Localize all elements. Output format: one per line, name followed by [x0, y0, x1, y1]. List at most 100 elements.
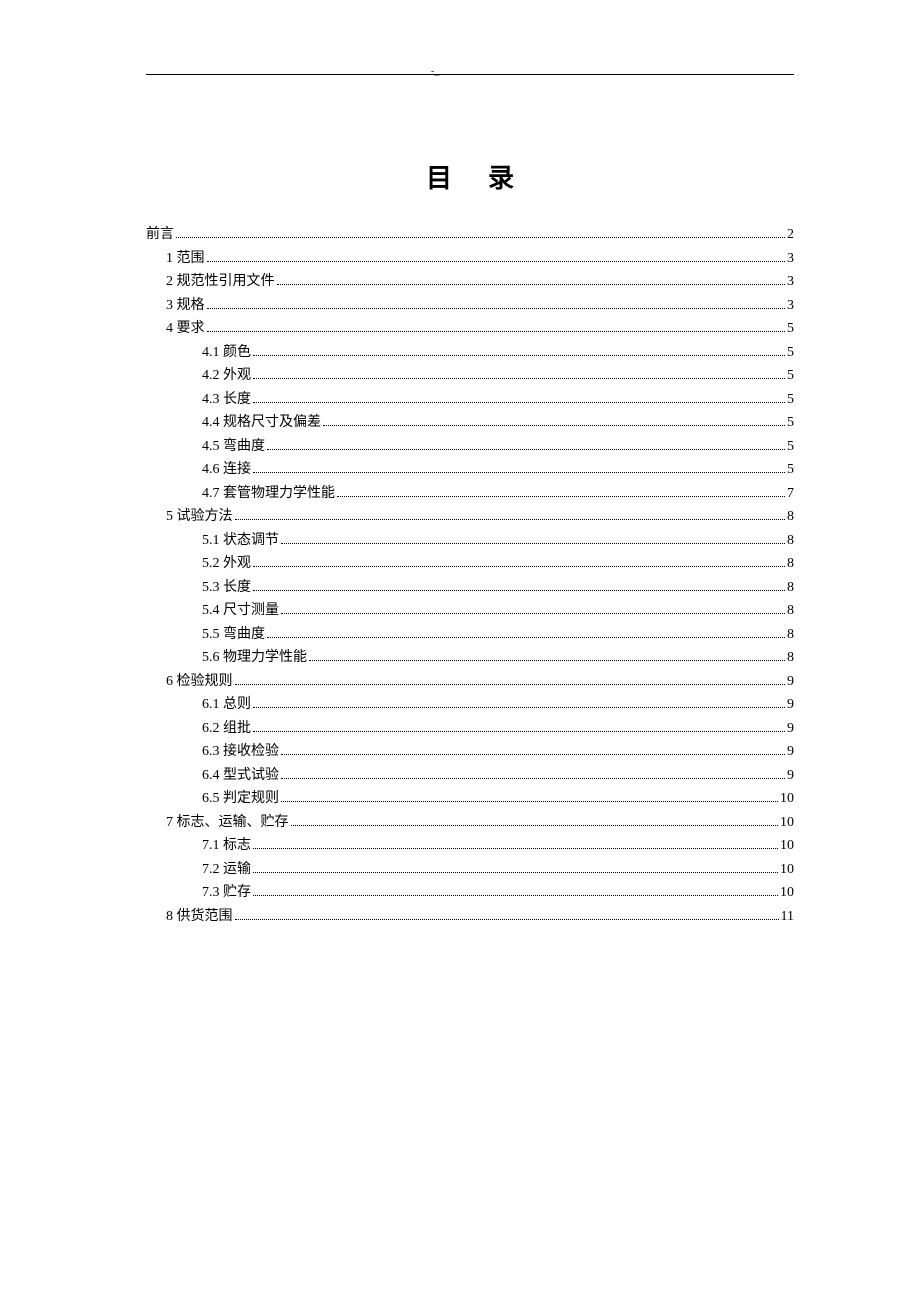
toc-entry-page: 8 — [787, 576, 794, 600]
toc-entry-page: 9 — [787, 670, 794, 694]
toc-entry-text: 规范性引用文件 — [177, 274, 275, 289]
toc-leader-dots — [176, 237, 785, 238]
toc-leader-dots — [281, 801, 778, 802]
toc-leader-dots — [253, 472, 785, 473]
toc-entry-text: 要求 — [177, 321, 205, 336]
toc-entry-label: 4.3 长度 — [202, 388, 251, 412]
toc-entry-number: 6.2 — [202, 721, 220, 736]
toc-entry-text: 物理力学性能 — [223, 650, 307, 665]
toc-entry: 5 试验方法8 — [146, 505, 794, 529]
toc-entry: 4.3 长度 5 — [146, 388, 794, 412]
toc-leader-dots — [253, 355, 785, 356]
toc-entry-text: 接收检验 — [223, 744, 279, 759]
toc-entry-page: 11 — [781, 905, 794, 929]
toc-leader-dots — [253, 590, 785, 591]
toc-entry: 7.3 贮存10 — [146, 881, 794, 905]
toc-leader-dots — [337, 496, 785, 497]
toc-entry: 7.1 标志10 — [146, 834, 794, 858]
toc-leader-dots — [281, 778, 785, 779]
table-of-contents: 前言21 范围32 规范性引用文件33 规格34 要求54.1 颜色54.2 外… — [146, 223, 794, 928]
toc-entry: 1 范围3 — [146, 247, 794, 271]
toc-entry-text: 弯曲度 — [223, 627, 265, 642]
toc-leader-dots — [281, 754, 785, 755]
toc-entry-label: 4.5 弯曲度 — [202, 435, 265, 459]
toc-entry: 4.5 弯曲度 5 — [146, 435, 794, 459]
toc-entry-page: 8 — [787, 599, 794, 623]
toc-entry-page: 5 — [787, 435, 794, 459]
toc-leader-dots — [235, 919, 779, 920]
toc-entry: 6.3 接收检验9 — [146, 740, 794, 764]
toc-entry-label: 6.5 判定规则 — [202, 787, 279, 811]
toc-leader-dots — [253, 872, 778, 873]
toc-entry-label: 6 检验规则 — [166, 670, 233, 694]
toc-entry-number: 7.3 — [202, 885, 220, 900]
toc-entry: 6.5 判定规则10 — [146, 787, 794, 811]
toc-leader-dots — [253, 707, 785, 708]
toc-entry-number: 5.1 — [202, 533, 220, 548]
toc-entry-label: 4.1 颜色 — [202, 341, 251, 365]
toc-entry-page: 3 — [787, 294, 794, 318]
toc-leader-dots — [281, 543, 785, 544]
toc-entry: 6.1 总则 9 — [146, 693, 794, 717]
toc-entry-page: 3 — [787, 247, 794, 271]
toc-entry-label: 3 规格 — [166, 294, 205, 318]
toc-entry-number: 4.7 — [202, 486, 220, 501]
toc-entry-label: 8 供货范围 — [166, 905, 233, 929]
toc-entry-label: 前言 — [146, 223, 174, 247]
toc-entry-text: 运输 — [223, 862, 251, 877]
toc-entry-text: 外观 — [223, 556, 251, 571]
toc-leader-dots — [267, 637, 785, 638]
toc-leader-dots — [267, 449, 785, 450]
toc-leader-dots — [309, 660, 785, 661]
toc-entry: 7.2 运输10 — [146, 858, 794, 882]
toc-entry-number: 5.4 — [202, 603, 220, 618]
toc-entry-label: 5.6 物理力学性能 — [202, 646, 307, 670]
toc-entry-label: 5.4 尺寸测量 — [202, 599, 279, 623]
page-title: 目录 — [146, 158, 794, 195]
toc-entry-text: 供货范围 — [177, 909, 233, 924]
toc-entry: 6 检验规则 9 — [146, 670, 794, 694]
toc-leader-dots — [253, 731, 785, 732]
toc-entry-text: 判定规则 — [223, 791, 279, 806]
toc-leader-dots — [235, 684, 786, 685]
toc-entry-page: 9 — [787, 693, 794, 717]
toc-entry-number: 6.4 — [202, 768, 220, 783]
toc-entry-number: 6.5 — [202, 791, 220, 806]
toc-entry-text: 前言 — [146, 227, 174, 242]
toc-entry-label: 4.7 套管物理力学性能 — [202, 482, 335, 506]
toc-entry: 5.1 状态调节8 — [146, 529, 794, 553]
toc-entry: 5.5 弯曲度8 — [146, 623, 794, 647]
toc-entry: 6.2 组批 9 — [146, 717, 794, 741]
toc-entry-number: 8 — [166, 909, 173, 924]
toc-entry: 5.6 物理力学性能 8 — [146, 646, 794, 670]
toc-entry-text: 组批 — [223, 721, 251, 736]
toc-entry-page: 9 — [787, 717, 794, 741]
toc-entry-number: 5.5 — [202, 627, 220, 642]
toc-entry-number: 3 — [166, 298, 173, 313]
toc-entry-text: 长度 — [223, 392, 251, 407]
toc-leader-dots — [253, 566, 785, 567]
toc-leader-dots — [253, 848, 778, 849]
toc-entry-text: 标志 — [223, 838, 251, 853]
toc-entry: 8 供货范围 11 — [146, 905, 794, 929]
toc-entry-label: 4 要求 — [166, 317, 205, 341]
toc-entry-number: 6.1 — [202, 697, 220, 712]
toc-entry-page: 8 — [787, 646, 794, 670]
toc-entry-text: 总则 — [223, 697, 251, 712]
toc-entry-text: 规格尺寸及偏差 — [223, 415, 321, 430]
toc-entry: 4.6 连接5 — [146, 458, 794, 482]
toc-entry-label: 5 试验方法 — [166, 505, 233, 529]
toc-entry-number: 4.5 — [202, 439, 220, 454]
toc-entry-label: 5.2 外观 — [202, 552, 251, 576]
toc-entry-text: 规格 — [177, 298, 205, 313]
toc-entry-label: 7.2 运输 — [202, 858, 251, 882]
toc-entry-page: 5 — [787, 388, 794, 412]
toc-entry-label: 4.2 外观 — [202, 364, 251, 388]
toc-entry-number: 4 — [166, 321, 173, 336]
toc-entry: 3 规格3 — [146, 294, 794, 318]
toc-leader-dots — [323, 425, 785, 426]
toc-entry-label: 7.3 贮存 — [202, 881, 251, 905]
toc-entry-label: 6.2 组批 — [202, 717, 251, 741]
toc-entry-label: 2 规范性引用文件 — [166, 270, 275, 294]
toc-entry-label: 6.4 型式试验 — [202, 764, 279, 788]
